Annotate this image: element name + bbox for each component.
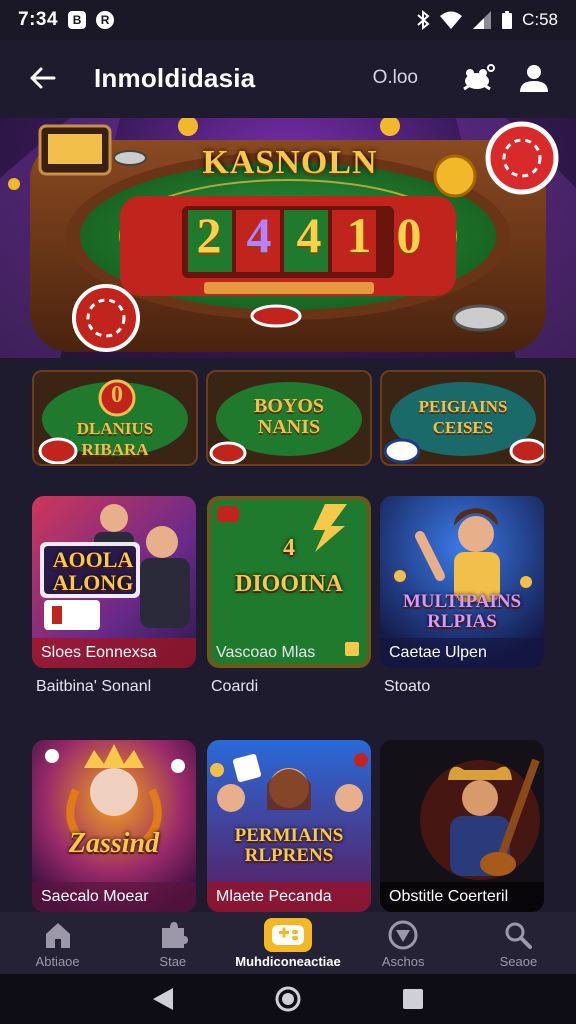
game-footer: Vascoao Mlas [216, 644, 316, 661]
system-recents-button[interactable] [393, 979, 433, 1019]
system-back-button[interactable] [143, 979, 183, 1019]
nav-label: Muhdiconeactiae [235, 954, 341, 969]
shield-icon [388, 920, 418, 950]
system-nav-bar [0, 974, 576, 1024]
promo-card[interactable]: PEIGIAINS CEISES [380, 370, 546, 466]
banner-digit: 4 [296, 207, 322, 263]
game-label: Coardi [211, 678, 259, 695]
bluetooth-icon [417, 10, 430, 30]
promo-card[interactable]: BOYOS NANIS [206, 370, 372, 466]
search-icon [505, 922, 533, 949]
square-recents-icon [403, 989, 424, 1009]
game-card[interactable]: MULTIPAINS RLPIAS Caetae Ulpen [380, 496, 544, 668]
game-card[interactable]: Obstitle Coerteril [380, 740, 544, 912]
game-label: Stoato [384, 678, 431, 695]
banner-digit: 0 [396, 207, 422, 263]
game-card[interactable]: 4 DIOOINA Vascoao Mlas [207, 496, 371, 668]
battery-percent: C:58 [522, 10, 558, 29]
game-footer: Saecalo Moear [32, 882, 196, 912]
nav-label: Stae [159, 954, 187, 969]
nav-games[interactable]: Muhdiconeactiae [230, 912, 345, 974]
home-icon [45, 923, 70, 948]
system-home-button[interactable] [268, 979, 308, 1019]
circle-home-icon [275, 986, 301, 1012]
page-title: Inmoldidasia [94, 62, 256, 93]
game-card[interactable]: Zassind Saecalo Moear [32, 740, 196, 912]
game-headline: Zassind [68, 828, 160, 859]
bottom-nav: Abtiaoe Stae Muhdiconeactiae Aschos Seao… [0, 912, 576, 974]
back-button[interactable] [20, 56, 64, 100]
back-arrow-icon [30, 67, 56, 89]
battery-icon [502, 11, 513, 29]
chip-icon [509, 438, 544, 464]
game-card[interactable]: PERMIAINS RLPRENS Mlaete Pecanda [207, 740, 371, 912]
chip-icon [383, 438, 421, 464]
game-headline: 4 DIOOINA [207, 530, 371, 612]
status-time: 7:34 [18, 9, 59, 30]
triangle-back-icon [152, 988, 173, 1010]
game-headline: AOOLA ALONG [52, 547, 134, 595]
active-pill [264, 918, 312, 952]
banner-digit: 4 [246, 207, 272, 263]
notification-icon-2: R [96, 11, 115, 29]
banner-digits: 2 4 4 1 0 [186, 207, 432, 263]
frog-icon [463, 64, 495, 91]
game-footer: Sloes Eonnexsa [32, 638, 196, 668]
signal-icon [473, 11, 492, 29]
banner-digit: 2 [196, 207, 222, 263]
gamepad-icon [272, 925, 304, 945]
nav-store[interactable]: Stae [115, 912, 230, 974]
balance-text: O.loo [372, 67, 418, 88]
game-footer: Caetae Ulpen [380, 638, 544, 668]
app-bar: Inmoldidasia O.loo [0, 40, 576, 116]
profile-icon [520, 65, 548, 92]
puzzle-icon [161, 922, 188, 948]
nav-search[interactable]: Seaoe [461, 912, 576, 974]
banner-digit: 1 [346, 207, 372, 263]
hero-banner[interactable]: KASNOLN 2 4 4 1 0 [0, 118, 576, 358]
nav-home[interactable]: Abtiaoe [0, 912, 115, 974]
promo-title: DLANIUS RIBARA [76, 419, 154, 459]
status-bar: 7:34 B R C:58 [0, 0, 576, 40]
nav-label: Seaoe [499, 954, 538, 969]
promo-title: PEIGIAINS CEISES [418, 397, 508, 437]
chip-icon [209, 441, 247, 464]
game-footer: Obstitle Coerteril [380, 882, 544, 912]
nav-shield[interactable]: Aschos [346, 912, 461, 974]
profile-button[interactable] [512, 56, 556, 100]
notification-icon: B [68, 11, 87, 29]
rewards-button[interactable] [456, 56, 500, 100]
game-label: Baitbina' Sonanl [36, 678, 152, 695]
promo-badge: 0 [111, 382, 123, 408]
game-headline: PERMIAINS RLPRENS [234, 825, 344, 866]
nav-label: Abtiaoe [35, 954, 80, 969]
banner-title: KASNOLN [202, 144, 378, 181]
promo-card[interactable]: 0 DLANIUS RIBARA [32, 370, 198, 466]
promo-title: BOYOS NANIS [253, 395, 325, 438]
game-footer: Mlaete Pecanda [207, 882, 371, 912]
wifi-icon [440, 11, 463, 29]
nav-label: Aschos [381, 954, 425, 969]
game-card[interactable]: AOOLA ALONG Sloes Eonnexsa [32, 496, 196, 668]
game-headline: MULTIPAINS RLPIAS [402, 591, 522, 632]
game-headline-text: 4 DIOOINA [234, 535, 343, 597]
